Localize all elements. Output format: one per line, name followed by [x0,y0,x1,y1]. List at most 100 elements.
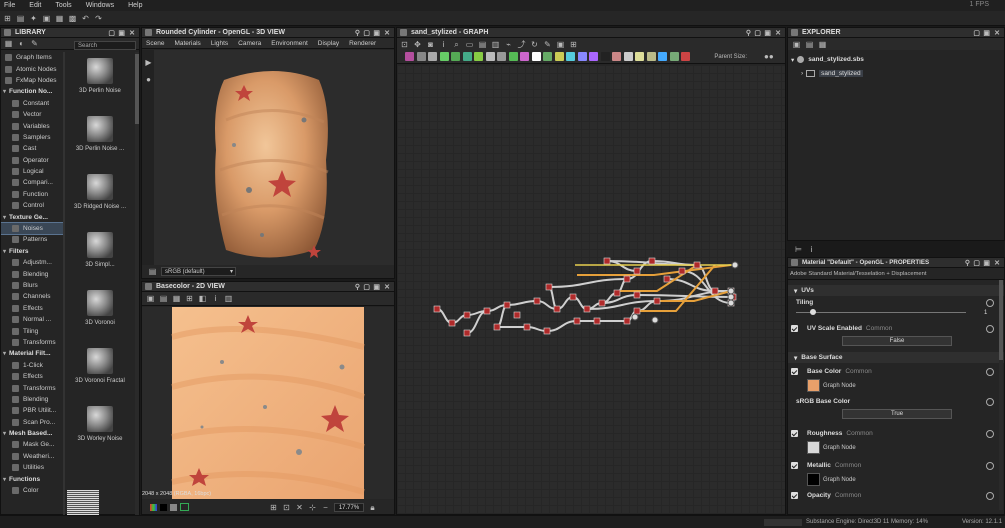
node-palette-icon[interactable] [439,52,449,61]
lock-icon[interactable]: 🔒︎ [368,503,377,512]
graph-node[interactable] [593,317,601,325]
view3d-menu-renderer[interactable]: Renderer [349,40,376,47]
close-icon[interactable]: ✕ [994,29,1000,37]
node-palette-icon[interactable] [554,52,564,61]
link-icon[interactable]: ⌁ [504,40,513,49]
graph-node[interactable] [543,327,551,335]
library-category-item[interactable]: Effects [1,303,65,314]
pin-icon[interactable]: ⚲ [965,259,970,267]
histogram-icon[interactable]: ▥ [224,294,233,303]
float-icon[interactable]: ▢ [973,29,980,37]
maximize-icon[interactable]: ▣ [983,29,990,37]
library-category-header[interactable]: ▾ Texture Ge... [1,211,65,222]
library-pen-icon[interactable]: ✎ [30,39,39,48]
library-category-header[interactable]: ▾ Material Filt... [1,348,65,359]
center-icon[interactable]: ✕ [295,503,304,512]
node-palette-icon[interactable] [589,52,598,61]
node-palette-icon[interactable] [474,52,483,61]
output-node[interactable] [631,313,639,321]
fit-icon[interactable]: ⊹ [308,503,317,512]
save-all-icon[interactable]: ▩ [68,14,77,23]
menu-tools[interactable]: Tools [55,2,71,9]
close-icon[interactable]: ✕ [384,29,390,37]
undo-icon[interactable]: ↶ [81,14,90,23]
graph-node[interactable] [633,307,641,315]
reset-icon[interactable] [986,325,994,333]
graph-node[interactable] [573,317,581,325]
library-thumbnail[interactable]: 3D Voronoi [67,290,133,348]
maximize-icon[interactable]: ▣ [764,29,771,37]
library-category-item[interactable]: Function [1,189,65,200]
edit-icon[interactable]: ✎ [543,40,552,49]
tiling-value[interactable]: 1 [984,310,987,316]
graph-node[interactable] [613,289,621,297]
library-category-item[interactable]: PBR Utilit... [1,405,65,416]
library-category-item[interactable]: Mask Ge... [1,439,65,450]
graph-node[interactable] [603,257,611,265]
copy-image-icon[interactable]: ▤ [159,294,168,303]
open-folder-icon[interactable]: ▤ [16,14,25,23]
graph-node[interactable] [463,329,471,337]
zoom-out-icon[interactable]: − [321,503,330,512]
library-view-icon[interactable]: ◐ [17,39,26,48]
reset-icon[interactable] [986,492,994,500]
float-icon[interactable]: ▢ [973,259,980,267]
save-icon[interactable]: ▦ [55,14,64,23]
graph-node[interactable] [448,319,456,327]
library-thumbnail[interactable]: 3D Simpl... [67,232,133,290]
node-palette-icon[interactable] [612,52,621,61]
graph-node[interactable] [653,297,661,305]
uv-scale-checkbox[interactable] [791,325,798,332]
graph-node[interactable] [583,305,591,313]
save-image-icon[interactable]: ▣ [146,294,155,303]
library-category-item[interactable]: Tiling [1,325,65,336]
node-palette-icon[interactable] [577,52,587,61]
view3d-menu-materials[interactable]: Materials [174,40,200,47]
library-category-item[interactable]: Patterns [1,234,65,245]
library-category-item[interactable]: FxMap Nodes [1,75,65,86]
library-thumbnail[interactable]: 3D Ridged Noise ... [67,174,133,232]
more-icon[interactable]: ●● [764,52,774,61]
refresh-icon[interactable]: ↻ [530,40,539,49]
folder-icon[interactable]: ▦ [818,40,827,49]
library-category-item[interactable]: Constant [1,98,65,109]
new-icon[interactable]: ▤ [805,40,814,49]
rgba-swatch[interactable] [150,503,157,511]
graph-node[interactable] [711,287,719,295]
black-swatch[interactable] [160,503,167,511]
tiling-slider[interactable] [796,309,966,315]
output-node[interactable] [727,299,735,307]
roughness-swatch[interactable] [807,441,820,454]
srgb-value-field[interactable]: True [842,409,952,419]
search-input[interactable]: Search [74,41,136,50]
camera-icon[interactable]: ◙ [426,40,435,49]
output-node[interactable] [651,316,659,324]
library-thumbnail[interactable]: 3D Perlin Noise [67,58,133,116]
close-icon[interactable]: ✕ [775,29,781,37]
node-palette-icon[interactable] [635,52,644,61]
export-icon[interactable]: ▦ [172,294,181,303]
image-icon[interactable] [180,503,189,511]
node-palette-icon[interactable] [600,52,610,61]
camera-icon[interactable]: ▶ [144,58,153,67]
maximize-icon[interactable]: ▣ [983,259,990,267]
view3d-menu-lights[interactable]: Lights [211,40,228,47]
graph-node[interactable] [513,311,521,319]
output-node[interactable] [731,261,739,269]
graph-node[interactable] [523,323,531,331]
graph-node[interactable] [493,323,501,331]
library-category-item[interactable]: 1-Click [1,360,65,371]
tile-icon[interactable]: ⊞ [185,294,194,303]
library-thumbnail[interactable]: 3D Voronoi Fractal [67,348,133,406]
node-palette-icon[interactable] [485,52,495,61]
view3d-menu-scene[interactable]: Scene [146,40,164,47]
graph-node[interactable] [623,317,631,325]
reset-icon[interactable] [986,299,994,307]
close-icon[interactable]: ✕ [384,283,390,291]
graph-node[interactable] [633,291,641,299]
info-icon[interactable]: i [211,294,220,303]
zoom-icon[interactable]: ⌕ [452,40,461,49]
view2d-viewport[interactable]: 2048 x 2048 (RGBA, 16bpc) [142,307,394,499]
library-category-item[interactable]: Noises [1,221,65,236]
frame-select-icon[interactable]: ▣ [556,40,565,49]
